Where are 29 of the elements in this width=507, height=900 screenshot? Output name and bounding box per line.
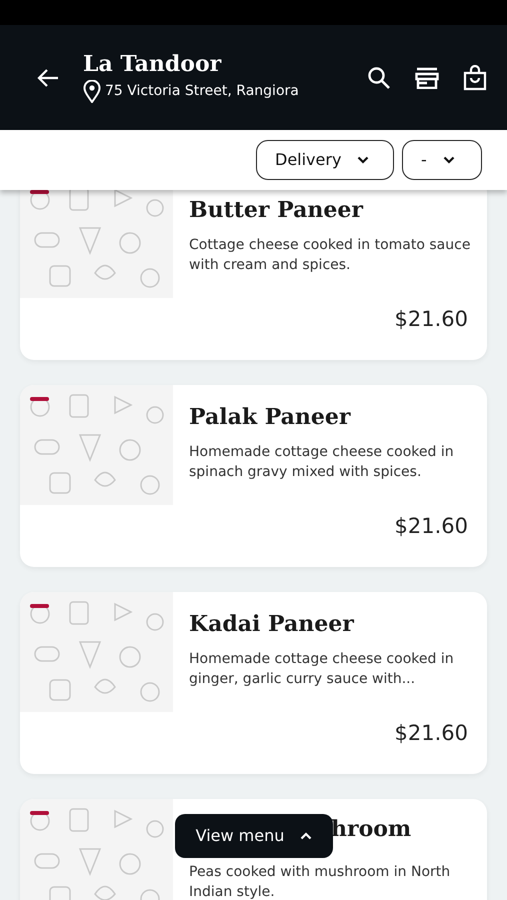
restaurant-address: 75 Victoria Street, Rangiora [105,82,299,102]
item-price: $21.60 [394,512,468,540]
marker-bar [30,397,49,401]
item-description: Homemade cottage cheese cooked in spinach gravy mixed with spices. [189,443,455,482]
item-description: Peas cooked with mushroom in North Indian style. [189,863,452,900]
item-name: Kadai Paneer [189,610,355,639]
restaurant-name: La Tandoor [83,52,222,76]
view-menu-button[interactable]: View menu [175,814,333,858]
item-name: Butter Paneer [189,196,364,225]
search-icon[interactable] [367,66,391,90]
chevron-down-icon [442,156,455,164]
filter-dropdown[interactable]: - [402,140,482,180]
item-price: $21.60 [394,306,468,332]
marker-bar [30,604,49,608]
menu-item-card[interactable]: Palak Paneer Homemade cottage cheese cooked in spinach gravy mixed with spices. $21.60 [20,385,487,567]
marker-bar [30,811,49,815]
chevron-down-icon [357,156,370,164]
filter-dropdown[interactable]: Delivery [256,140,394,180]
item-description: Cottage cheese cooked in tomato sauce with cream and spices. [189,236,471,275]
item-description: Homemade cottage cheese cooked in ginger, garlic curry sauce with... [189,650,455,689]
store-icon[interactable] [415,66,439,88]
item-price: $21.60 [394,720,468,746]
marker-bar [30,190,49,194]
item-name: Palak Paneer [189,403,352,432]
menu-item-card[interactable]: Kadai Paneer Homemade cottage cheese cooked in ginger, garlic curry sauce with... $21.60 [20,592,487,774]
location-pin-icon [83,80,101,104]
chevron-up-icon [300,832,312,840]
shopping-bag-icon[interactable] [463,64,487,90]
back-icon[interactable] [37,68,59,88]
